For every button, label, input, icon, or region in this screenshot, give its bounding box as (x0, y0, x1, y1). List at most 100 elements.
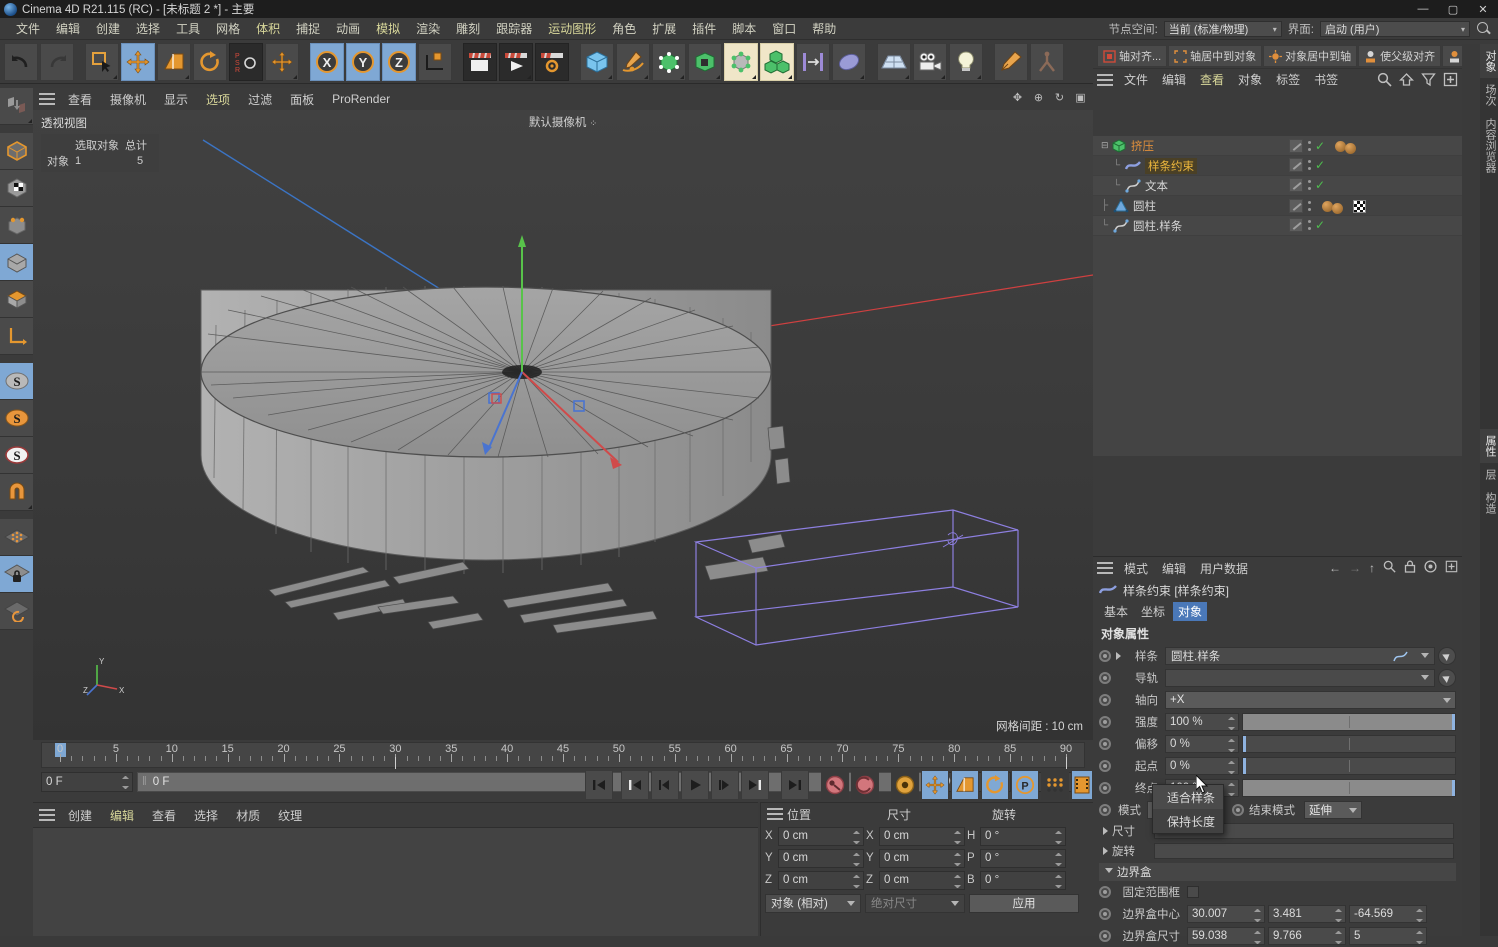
material-menu-hamburger-icon[interactable] (39, 809, 55, 821)
object-mode-button[interactable] (0, 244, 33, 281)
goto-next-key-button[interactable] (741, 770, 769, 800)
key-position-button[interactable] (921, 770, 949, 800)
live-selection-button[interactable] (85, 43, 119, 81)
material-menu-edit[interactable]: 编辑 (101, 807, 143, 824)
side-tab-attributes[interactable]: 属性 (1480, 429, 1498, 463)
om-menu-file[interactable]: 文件 (1117, 71, 1155, 88)
coordinates-menu-hamburger-icon[interactable] (767, 808, 783, 820)
offset-input[interactable]: 0 % (1165, 735, 1239, 753)
material-menu-view[interactable]: 查看 (143, 807, 185, 824)
object-tree[interactable]: ⊟ 挤压 ✓ └ 样条约束 ✓ (1093, 136, 1462, 456)
property-row-bbox-size[interactable]: 边界盒尺寸 59.038 9.766 5 (1093, 925, 1462, 947)
tree-item-tags[interactable] (1289, 198, 1366, 214)
spinner-icon[interactable] (1055, 831, 1062, 844)
coordinates-row-z[interactable]: Z 0 cm Z 0 cm B 0 ° (761, 869, 1093, 891)
render-settings-button[interactable] (535, 43, 569, 81)
dots-icon[interactable] (1306, 178, 1312, 192)
viewport-menubar[interactable]: 查看 摄像机 显示 选项 过滤 面板 ProRender ✥ ⊕ ↻ ▣ (33, 88, 1093, 110)
menu-item-extensions[interactable]: 扩展 (644, 18, 684, 40)
redo-button[interactable] (40, 43, 74, 81)
viewport-menu-display[interactable]: 显示 (155, 91, 197, 108)
table-row[interactable]: ⊟ 挤压 ✓ (1093, 136, 1462, 156)
spinner-icon[interactable] (1254, 909, 1261, 922)
record-icon[interactable] (1424, 560, 1437, 576)
table-row[interactable]: ├ 圆柱 (1093, 196, 1462, 216)
record-keyframe-button[interactable] (821, 770, 849, 800)
visibility-chip-icon[interactable] (1289, 139, 1303, 153)
menu-item-character[interactable]: 角色 (604, 18, 644, 40)
world-object-coord-button[interactable] (418, 43, 452, 81)
forward-arrow-icon[interactable]: → (1349, 561, 1361, 575)
start-slider[interactable] (1242, 757, 1456, 775)
side-tab-structure[interactable]: 构造 (1480, 486, 1498, 520)
visibility-chip-icon[interactable] (1289, 199, 1303, 213)
goto-start-button[interactable] (585, 770, 613, 800)
transport-controls[interactable]: P (584, 770, 1094, 800)
array-object-button[interactable] (688, 43, 722, 81)
viewport-menu-panel[interactable]: 面板 (281, 91, 323, 108)
om-menu-objects[interactable]: 对象 (1231, 71, 1269, 88)
menu-item-create[interactable]: 创建 (88, 18, 128, 40)
dots-icon[interactable] (1306, 139, 1312, 153)
layout-select[interactable]: 启动 (用户) ▾ (1320, 21, 1470, 37)
viewport-menu-camera[interactable]: 摄像机 (101, 91, 155, 108)
spinner-icon[interactable] (853, 875, 860, 888)
psr-reset-button[interactable]: PSR (229, 43, 263, 81)
texture-mode-button[interactable] (0, 170, 33, 207)
table-row[interactable]: └ 文本 ✓ (1093, 176, 1462, 196)
menu-item-tools[interactable]: 工具 (168, 18, 208, 40)
spinner-icon[interactable] (1228, 783, 1235, 796)
sculpt-brush-button[interactable] (994, 43, 1028, 81)
menu-item-edit[interactable]: 编辑 (48, 18, 88, 40)
check-icon[interactable]: ✓ (1315, 158, 1325, 172)
menu-item-window[interactable]: 窗口 (764, 18, 804, 40)
spinner-icon[interactable] (1055, 875, 1062, 888)
animate-radio-icon[interactable] (1099, 694, 1111, 706)
polygon-mode-button[interactable] (0, 281, 33, 318)
start-input[interactable]: 0 % (1165, 757, 1239, 775)
right-vertical-tabs[interactable]: 对象 场次 内容浏览器 属性 层 构造 (1480, 44, 1498, 936)
object-manager-hamburger-icon[interactable] (1097, 74, 1113, 86)
world-axis-button[interactable] (0, 318, 33, 355)
bbox-fixed-checkbox[interactable] (1187, 886, 1199, 898)
viewport-3d-canvas[interactable]: 透视视图 默认摄像机 ⁘ 选取对象 总计 对象 1 5 (33, 110, 1093, 740)
render-view-button[interactable] (463, 43, 497, 81)
om-search-icon[interactable] (1377, 72, 1392, 87)
visibility-chip-icon[interactable] (1289, 178, 1303, 192)
property-row-bbox-center[interactable]: 边界盒中心 30.007 3.481 -64.569 (1093, 903, 1462, 925)
attribute-menubar[interactable]: 模式 编辑 用户数据 ← → ↑ (1093, 557, 1462, 579)
end-mode-select[interactable]: 延伸 (1304, 801, 1362, 819)
rotate-curve-field[interactable] (1154, 843, 1454, 859)
object-manager-menubar[interactable]: 文件 编辑 查看 对象 标签 书签 (1093, 68, 1498, 90)
attribute-icons[interactable]: ← → ↑ (1329, 560, 1458, 576)
floor-environment-button[interactable] (877, 43, 911, 81)
material-menu-select[interactable]: 选择 (185, 807, 227, 824)
left-toolbar[interactable]: S S S (0, 88, 33, 936)
dots-icon[interactable] (1306, 158, 1312, 172)
viewport-menu-filter[interactable]: 过滤 (239, 91, 281, 108)
om-menu-bookmarks[interactable]: 书签 (1307, 71, 1345, 88)
menu-item-volume[interactable]: 体积 (248, 18, 288, 40)
side-tab-takes[interactable]: 场次 (1480, 78, 1498, 112)
property-row-bbox-fixed[interactable]: 固定范围框 (1093, 881, 1462, 903)
deformer-button[interactable] (724, 43, 758, 81)
menu-item-snap[interactable]: 捕捉 (288, 18, 328, 40)
property-row-mode[interactable]: 模式 适合样条 结束模式 延伸 (1093, 799, 1462, 821)
animate-radio-icon[interactable] (1099, 886, 1111, 898)
side-tab-layers[interactable]: 层 (1480, 463, 1498, 486)
viewport-pan-icon[interactable]: ✥ (1011, 92, 1024, 105)
spline-link-field[interactable]: 圆柱.样条 (1165, 647, 1435, 665)
close-button[interactable]: ✕ (1468, 0, 1498, 18)
table-row[interactable]: └ 样条约束 ✓ (1093, 156, 1462, 176)
tab-coord[interactable]: 坐标 (1136, 602, 1170, 621)
strength-slider[interactable] (1242, 713, 1456, 731)
object-center-to-axis-button[interactable]: 对象居中到轴 (1263, 45, 1357, 67)
magnet-tool-button[interactable] (0, 474, 33, 511)
bbox-size-x-input[interactable]: 59.038 (1187, 927, 1265, 945)
dots-icon[interactable] (1306, 218, 1312, 232)
bbox-center-z-input[interactable]: -64.569 (1349, 905, 1427, 923)
lock-x-axis-button[interactable]: X (310, 43, 344, 81)
axis-align-button[interactable]: 轴对齐... (1097, 45, 1167, 67)
lock-workplane-button[interactable] (0, 556, 33, 593)
spinner-icon[interactable] (1335, 931, 1342, 944)
